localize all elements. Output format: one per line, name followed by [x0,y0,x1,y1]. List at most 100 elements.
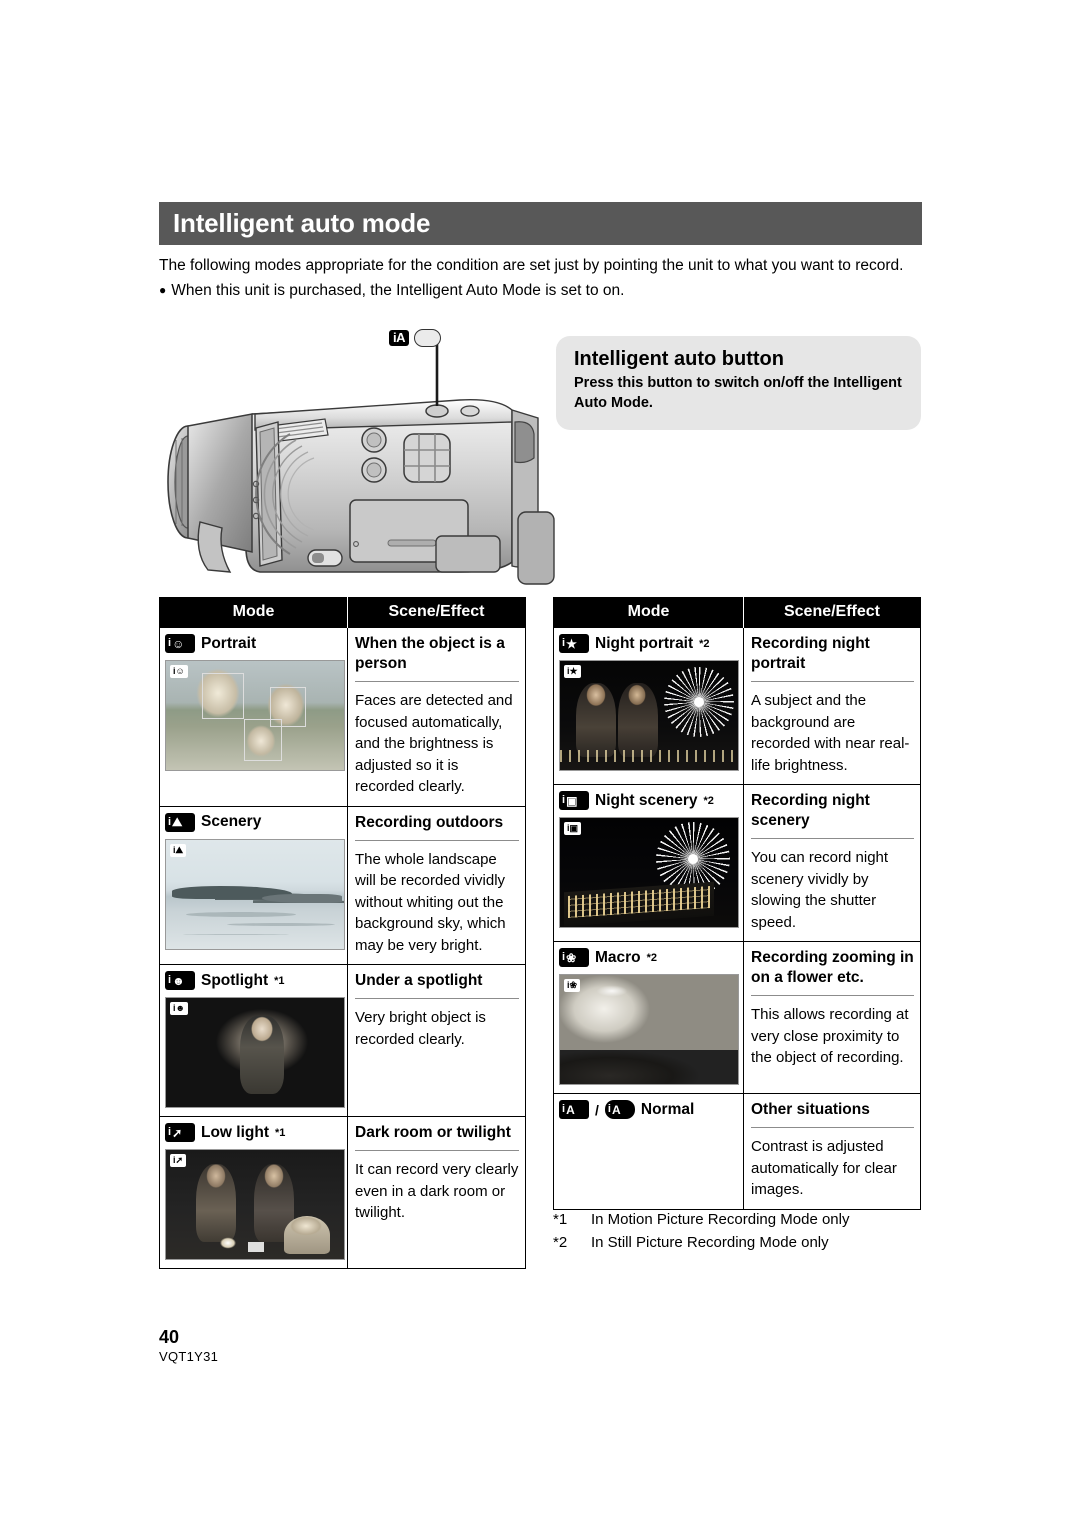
intelligent-auto-button-callout-marker: iA [389,329,441,347]
scene-cell-scenery: Recording outdoors The whole landscape w… [347,805,526,965]
low-light-icon: i ➚ [165,1123,195,1142]
scenery-icon: i ⛰ [165,812,195,832]
table-header-row: Mode Scene/Effect [159,597,526,628]
night-scenery-icon: i ▣ [559,791,589,810]
sample-image-portrait: i☺ [165,660,345,771]
table-row: i ☺ Portrait i☺ When the object is a per… [159,627,526,806]
scene-divider [355,839,519,841]
mode-footnote-mark: *2 [646,951,658,964]
scene-title: Recording night portrait [751,635,870,672]
osd-badge: i➚ [170,1154,187,1167]
manual-page: Intelligent auto mode The following mode… [0,0,1080,1526]
scene-body: This allows recording at very close prox… [751,1006,909,1066]
page-footer: 40 VQT1Y31 [159,1326,218,1366]
mode-footnote-mark: *1 [275,1126,286,1139]
scene-divider [751,1127,914,1128]
footnote-text: In Motion Picture Recording Mode only [591,1211,850,1228]
night-portrait-icon: i ★ [559,634,589,653]
mode-cell-normal: iA / iA Normal [553,1093,744,1209]
scene-title: Recording outdoors [355,813,504,831]
intro-bullet-text: When this unit is purchased, the Intelli… [171,282,625,299]
intro-block: The following modes appropriate for the … [159,255,924,301]
intro-bullet-item: ● When this unit is purchased, the Intel… [159,280,924,301]
table-row: i ☻ Spotlight *1 i☻ Under a spotlight Ve… [159,964,526,1117]
footnotes-block: *1 In Motion Picture Recording Mode only… [553,1208,933,1254]
scene-cell-low-light: Dark room or twilight It can record very… [347,1116,526,1269]
footnote-text: In Still Picture Recording Mode only [591,1234,829,1251]
table-row: i ▣ Night scenery *2 i▣ Recording night … [553,784,921,942]
scene-divider [751,995,914,996]
column-header-scene-effect: Scene/Effect [743,597,921,628]
osd-badge: i⛰ [170,843,187,857]
mode-table-right: Mode Scene/Effect i★ Night portrait *2 [553,597,921,1210]
callout-body: Press this button to switch on/off the I… [574,375,902,411]
mode-footnote-mark: *1 [274,974,285,987]
mode-cell-spotlight: i ☻ Spotlight *1 i☻ [159,964,348,1117]
scene-divider [751,681,914,682]
scene-body: A subject and the background are recorde… [751,692,910,774]
column-header-scene-effect: Scene/Effect [347,597,526,628]
intelligent-auto-button-icon[interactable] [414,329,441,347]
footnote-mark: *1 [553,1211,568,1228]
scene-cell-spotlight: Under a spotlight Very bright object is … [347,964,526,1117]
scene-divider [355,998,519,999]
scene-title: Other situations [751,1101,870,1118]
scene-title: Recording night scenery [751,792,870,829]
scene-cell-portrait: When the object is a person Faces are de… [347,627,526,806]
mode-table-left: Mode Scene/Effect i ☺ Portrait i☺ When t… [159,597,526,1269]
callout-title: Intelligent auto button [574,348,784,370]
osd-badge: i★ [564,665,581,678]
mode-label: Normal [640,1100,695,1118]
mode-label: Scenery [201,813,262,830]
scene-cell-night-scenery: Recording night scenery You can record n… [743,784,921,942]
sample-image-night-portrait: i★ [559,660,739,771]
table-row: i ★ Night portrait *2 i★ Recording night… [553,627,921,785]
scene-divider [355,681,519,682]
scene-title: When the object is a person [355,635,505,672]
macro-icon: i ❀ [559,948,589,967]
table-header-row: Mode Scene/Effect [553,597,921,628]
osd-badge: i☻ [170,1002,188,1015]
footnote-mark: *2 [553,1234,568,1251]
column-header-mode: Mode [159,597,348,628]
scene-body: Faces are detected and focused automatic… [355,692,513,795]
footnote-item: *1 In Motion Picture Recording Mode only [553,1208,933,1231]
mode-label: Night scenery [595,791,698,809]
page-title-bar: Intelligent auto mode [159,202,922,245]
mode-label: Low light [201,1123,270,1141]
sample-image-macro: i❀ [559,974,739,1085]
icon-separator: / [595,1101,599,1118]
table-row: i ➚ Low light *1 i➚ Dark room or twiligh… [159,1116,526,1269]
scene-body: Contrast is adjusted automatically for c… [751,1138,897,1198]
osd-badge: i▣ [564,822,582,835]
ia-badge-icon: iA [389,330,409,346]
footnote-item: *2 In Still Picture Recording Mode only [553,1231,933,1254]
mode-cell-scenery: i ⛰ Scenery i⛰ [159,805,348,965]
sample-image-spotlight: i☻ [165,997,345,1108]
mode-label: Spotlight [201,971,269,989]
intelligent-auto-button-callout: Intelligent auto button Press this butto… [556,336,921,430]
scene-body: You can record night scenery vividly by … [751,849,889,931]
scene-divider [751,838,914,839]
table-row: i ❀ Macro *2 i❀ Recording zooming in on a… [553,941,921,1094]
page-title: Intelligent auto mode [173,208,431,238]
scene-title: Recording zooming in on a flower etc. [751,949,914,986]
normal-ia-icon: iA [559,1100,589,1119]
mode-cell-night-scenery: i ▣ Night scenery *2 i▣ [553,784,744,942]
scene-title: Under a spotlight [355,972,483,989]
mode-label: Night portrait [595,634,694,652]
table-row: iA / iA Normal Other situations Contrast… [553,1093,921,1209]
column-header-mode: Mode [553,597,744,628]
spotlight-icon: i ☻ [165,971,195,990]
scene-body: Very bright object is recorded clearly. [355,1009,486,1048]
scene-body: It can record very clearly even in a dar… [355,1161,519,1221]
scene-body: The whole landscape will be recorded viv… [355,850,506,954]
mode-cell-portrait: i ☺ Portrait i☺ [159,627,348,806]
scene-title: Dark room or twilight [355,1124,511,1141]
mode-cell-night-portrait: i ★ Night portrait *2 i★ [553,627,744,785]
intro-paragraph: The following modes appropriate for the … [159,257,904,274]
mode-footnote-mark: *2 [703,794,714,807]
osd-badge: i❀ [564,979,581,992]
mode-footnote-mark: *2 [699,637,710,650]
scene-cell-night-portrait: Recording night portrait A subject and t… [743,627,921,785]
